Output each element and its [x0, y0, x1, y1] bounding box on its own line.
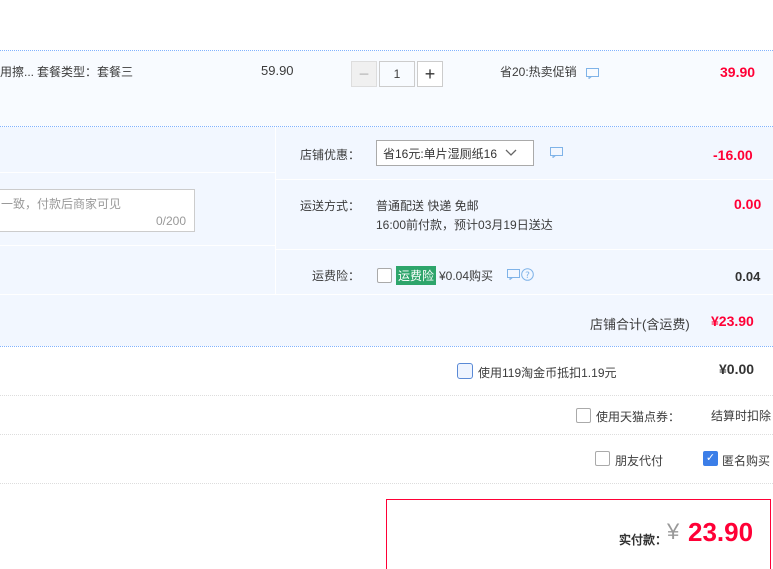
shipping-method: 普通配送 快递 免邮: [376, 199, 479, 213]
promo-text: 省20:热卖促销: [500, 65, 577, 79]
insurance-price: ¥0.04购买: [439, 269, 494, 283]
insurance-message-icon[interactable]: [507, 269, 520, 280]
insurance-tag: 运费险: [396, 266, 437, 285]
quantity-stepper: − 1 +: [351, 61, 443, 87]
item-spec: 套餐类型：套餐三: [37, 65, 134, 79]
shipping-note: 16:00前付款，预计03月19日送达: [376, 218, 553, 232]
svg-text:?: ?: [525, 271, 530, 281]
coupon-label: 使用天猫点券：: [596, 410, 681, 424]
shop-discount-select[interactable]: 省16元:单片湿厕纸16: [376, 140, 534, 166]
anonymous-checkbox[interactable]: ✓: [703, 451, 718, 466]
insurance-value: 0.04: [735, 269, 761, 284]
actual-pay-amount: 23.90: [688, 517, 754, 547]
insurance-checkbox[interactable]: [377, 268, 392, 283]
message-box[interactable]: 一致，付款后商家可见 0/200: [0, 189, 195, 232]
shipping-label: 运送方式：: [300, 199, 361, 213]
shop-discount-label: 店铺优惠：: [300, 148, 361, 162]
coupon-checkbox[interactable]: [576, 408, 591, 423]
message-counter: 0/200: [155, 214, 186, 228]
friend-pay-label: 朋友代付: [615, 454, 664, 468]
options-divider: [0, 483, 773, 484]
shop-left-divider-1: [0, 172, 275, 173]
shop-discount-value: -16.00: [713, 147, 753, 163]
item-unit-price: 59.90: [261, 63, 294, 78]
shop-left-divider-2: [0, 245, 275, 246]
quantity-input[interactable]: 1: [379, 61, 415, 87]
shipping-value: 0.00: [734, 196, 762, 212]
shop-section-bottom-border: [0, 346, 773, 347]
coins-checkbox[interactable]: [457, 363, 473, 379]
coins-value: ¥0.00: [719, 361, 755, 377]
coupon-value: 结算时扣除: [711, 409, 772, 423]
currency-symbol: ¥: [667, 519, 680, 544]
shop-right-divider-2: [276, 249, 773, 250]
coins-label: 使用119淘金币抵扣1.19元: [478, 366, 617, 380]
actual-pay-label: 实付款：: [619, 533, 668, 547]
chevron-down-icon: [505, 149, 517, 156]
shop-total-label: 店铺合计(含运费): [590, 317, 690, 332]
coins-divider: [0, 395, 773, 396]
item-name[interactable]: 用擦...: [0, 63, 34, 80]
coupon-divider: [0, 434, 773, 435]
friend-pay-checkbox[interactable]: [595, 451, 610, 466]
shop-total-value: ¥23.90: [711, 313, 754, 329]
promo-message-icon[interactable]: [586, 68, 599, 79]
shop-discount-selected: 省16元:单片湿厕纸16: [383, 146, 498, 161]
shop-right-divider-1: [276, 179, 773, 180]
insurance-label: 运费险：: [312, 269, 361, 283]
item-subtotal: 39.90: [720, 64, 756, 80]
shop-total-divider: [0, 294, 773, 295]
message-placeholder: 一致，付款后商家可见: [1, 197, 122, 211]
increase-button[interactable]: +: [417, 61, 443, 87]
shop-vertical-divider: [275, 127, 276, 294]
decrease-button[interactable]: −: [351, 61, 377, 87]
anonymous-label: 匿名购买: [722, 454, 771, 468]
help-icon[interactable]: ?: [521, 268, 534, 281]
discount-message-icon[interactable]: [550, 147, 563, 158]
